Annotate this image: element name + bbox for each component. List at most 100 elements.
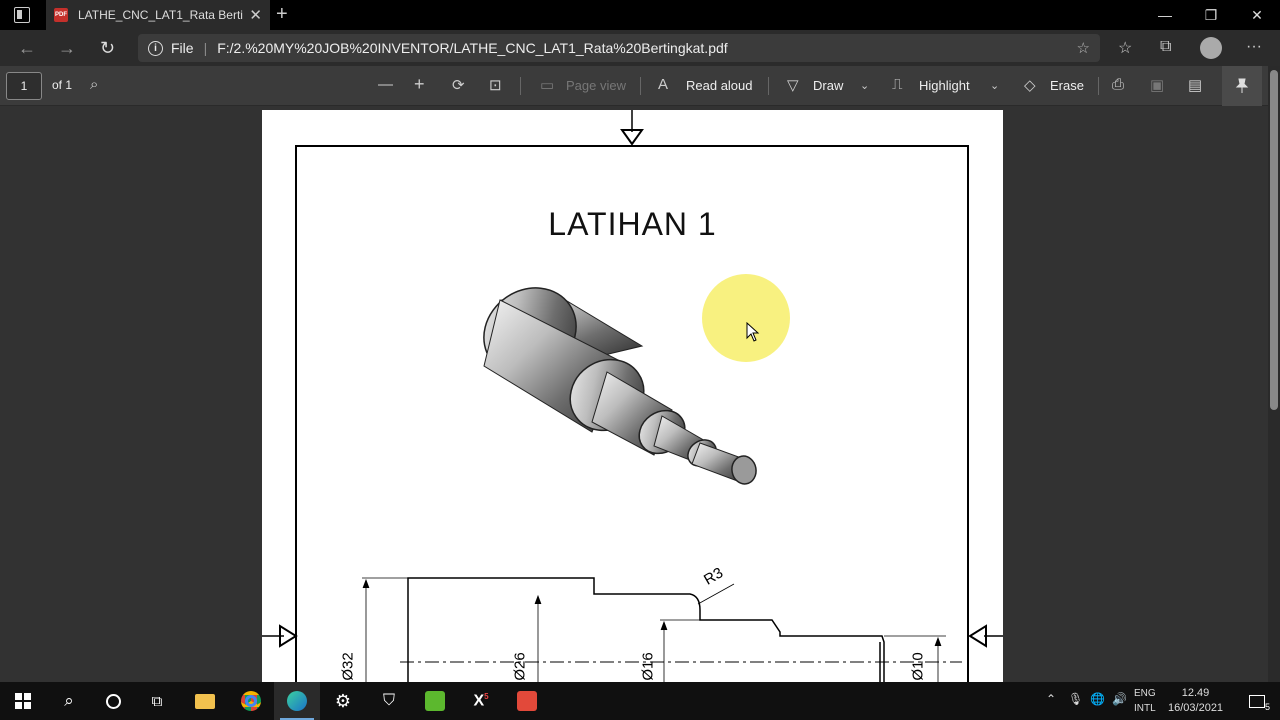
profile-avatar[interactable] xyxy=(1200,37,1222,59)
toolbar-divider xyxy=(520,77,521,95)
address-input[interactable]: i File | F:/2.%20MY%20JOB%20INVENTOR/LAT… xyxy=(138,34,1100,62)
print-icon[interactable]: ⎙ xyxy=(1112,76,1124,93)
highlight-dropdown-icon[interactable]: ⌄ xyxy=(990,79,999,92)
settings-button[interactable]: ⚙ xyxy=(320,682,366,720)
tab-actions-icon[interactable] xyxy=(14,7,30,23)
add-favorite-icon[interactable]: ☆ xyxy=(1077,39,1090,57)
page-total: of 1 xyxy=(52,78,73,92)
chrome-button[interactable] xyxy=(228,682,274,720)
folder-icon xyxy=(195,693,215,709)
save-icon: ▣ xyxy=(1150,77,1165,94)
close-window-button[interactable]: ✕ xyxy=(1234,0,1280,30)
lang-top: ENG xyxy=(1134,688,1156,699)
page-number-input[interactable]: 1 xyxy=(6,72,42,100)
app-x-button[interactable]: X5 xyxy=(458,682,504,720)
clock-time: 12.49 xyxy=(1181,687,1210,699)
read-aloud-button[interactable]: Read aloud xyxy=(686,78,753,93)
pdf-toolbar: 1 of 1 ⌕ — + ⟳ ⊡ ▭ Page view A Read alou… xyxy=(0,66,1280,106)
notification-count: 5 xyxy=(1264,702,1270,712)
language-indicator[interactable]: ENG INTL xyxy=(1134,686,1156,716)
edge-icon xyxy=(287,691,307,711)
pdf-icon: PDF xyxy=(54,8,68,22)
back-icon[interactable]: ← xyxy=(18,38,36,59)
section-drawing xyxy=(362,577,962,682)
shield-icon: ⛉ xyxy=(382,692,395,709)
dim-d10: Ø10 xyxy=(909,652,927,681)
highlight-icon: ⎍ xyxy=(892,76,903,93)
search-icon: ⌕ xyxy=(64,691,74,710)
security-button[interactable]: ⛉ xyxy=(366,682,412,720)
page-view-icon: ▭ xyxy=(540,77,555,94)
address-url: F:/2.%20MY%20JOB%20INVENTOR/LATHE_CNC_LA… xyxy=(217,40,728,56)
search-icon[interactable]: ⌕ xyxy=(90,76,98,93)
scrollbar-thumb[interactable] xyxy=(1270,70,1278,410)
notifications-button[interactable]: 5 xyxy=(1234,682,1280,720)
pdf-page: LATIHAN 1 R3 Ø32 Ø26 Ø16 Ø10 xyxy=(262,110,1003,682)
toolbar-divider xyxy=(1098,77,1099,95)
pin-icon xyxy=(1235,78,1249,93)
save-as-icon[interactable]: ▤ xyxy=(1188,76,1202,94)
dim-d32: Ø32 xyxy=(339,652,357,681)
close-tab-icon[interactable]: ✕ xyxy=(249,6,262,24)
minimize-button[interactable]: — xyxy=(1142,0,1188,30)
camtasia-button[interactable] xyxy=(412,682,458,720)
lang-bottom: INTL xyxy=(1134,703,1156,714)
toolbar-divider xyxy=(768,77,769,95)
more-icon[interactable]: ··· xyxy=(1246,38,1262,56)
draw-dropdown-icon[interactable]: ⌄ xyxy=(860,79,869,92)
dim-d26: Ø26 xyxy=(511,652,529,681)
search-button[interactable]: ⌕ xyxy=(46,682,92,720)
read-aloud-icon: A xyxy=(658,76,669,93)
forward-icon[interactable]: → xyxy=(58,38,76,59)
camtasia-icon xyxy=(425,691,445,711)
toolbar-divider xyxy=(640,77,641,95)
pin-toolbar-button[interactable] xyxy=(1222,66,1262,106)
show-hidden-icon[interactable]: ⌃ xyxy=(1046,692,1056,706)
fit-page-icon[interactable]: ⊡ xyxy=(489,76,502,94)
favorites-icon[interactable]: ☆ xyxy=(1118,38,1132,58)
start-button[interactable] xyxy=(0,682,46,720)
window-controls: — ❐ ✕ xyxy=(1142,0,1280,30)
recorder-button[interactable] xyxy=(504,682,550,720)
new-tab-button[interactable]: + xyxy=(276,3,288,26)
notification-icon xyxy=(1249,694,1265,708)
task-view-button[interactable]: ⧉ xyxy=(134,682,180,720)
network-icon[interactable]: 🌐 xyxy=(1090,692,1105,706)
edge-button[interactable] xyxy=(274,682,320,720)
address-bar-row: ← → ↻ i File | F:/2.%20MY%20JOB%20INVENT… xyxy=(0,30,1280,66)
recorder-icon xyxy=(517,691,537,711)
info-icon[interactable]: i xyxy=(148,40,163,56)
collections-icon[interactable]: ⧉ xyxy=(1160,38,1171,56)
taskbar: ⌕ ⧉ ⚙ ⛉ X5 ⌃ 🎙 🌐 🔊 ENG INTL 12.49 16/03/… xyxy=(0,682,1280,720)
erase-button[interactable]: Erase xyxy=(1050,78,1084,93)
restore-button[interactable]: ❐ xyxy=(1188,0,1234,30)
cursor-highlight xyxy=(702,274,790,362)
cortana-icon xyxy=(105,693,121,709)
clock[interactable]: 12.49 16/03/2021 xyxy=(1168,686,1223,716)
volume-icon[interactable]: 🔊 xyxy=(1112,692,1127,706)
mouse-cursor-icon xyxy=(746,322,760,342)
zoom-out-icon[interactable]: — xyxy=(378,76,393,93)
rotate-icon[interactable]: ⟳ xyxy=(452,76,465,94)
zoom-in-icon[interactable]: + xyxy=(414,74,425,95)
highlight-button[interactable]: Highlight xyxy=(919,78,970,93)
app-x-icon: X5 xyxy=(473,691,489,710)
windows-icon xyxy=(15,693,31,709)
task-view-icon: ⧉ xyxy=(151,692,163,710)
file-explorer-button[interactable] xyxy=(182,682,228,720)
microphone-icon[interactable]: 🎙 xyxy=(1068,692,1083,706)
dim-d16: Ø16 xyxy=(639,652,657,681)
refresh-icon[interactable]: ↻ xyxy=(100,38,115,59)
gear-icon: ⚙ xyxy=(334,690,352,711)
cortana-button[interactable] xyxy=(90,682,136,720)
drawing-frame xyxy=(262,110,1003,682)
erase-icon: ◇ xyxy=(1024,77,1036,94)
tab-active[interactable]: PDF LATHE_CNC_LAT1_Rata Bertingkat ✕ xyxy=(46,0,270,30)
draw-button[interactable]: Draw xyxy=(813,78,843,93)
drawing-title: LATIHAN 1 xyxy=(548,206,717,242)
vertical-scrollbar[interactable] xyxy=(1268,66,1280,682)
draw-icon: ▽ xyxy=(787,77,799,94)
pdf-viewer[interactable]: LATIHAN 1 R3 Ø32 Ø26 Ø16 Ø10 xyxy=(0,106,1268,682)
tab-bar: PDF LATHE_CNC_LAT1_Rata Bertingkat ✕ + —… xyxy=(0,0,1280,30)
chrome-icon xyxy=(241,691,261,711)
